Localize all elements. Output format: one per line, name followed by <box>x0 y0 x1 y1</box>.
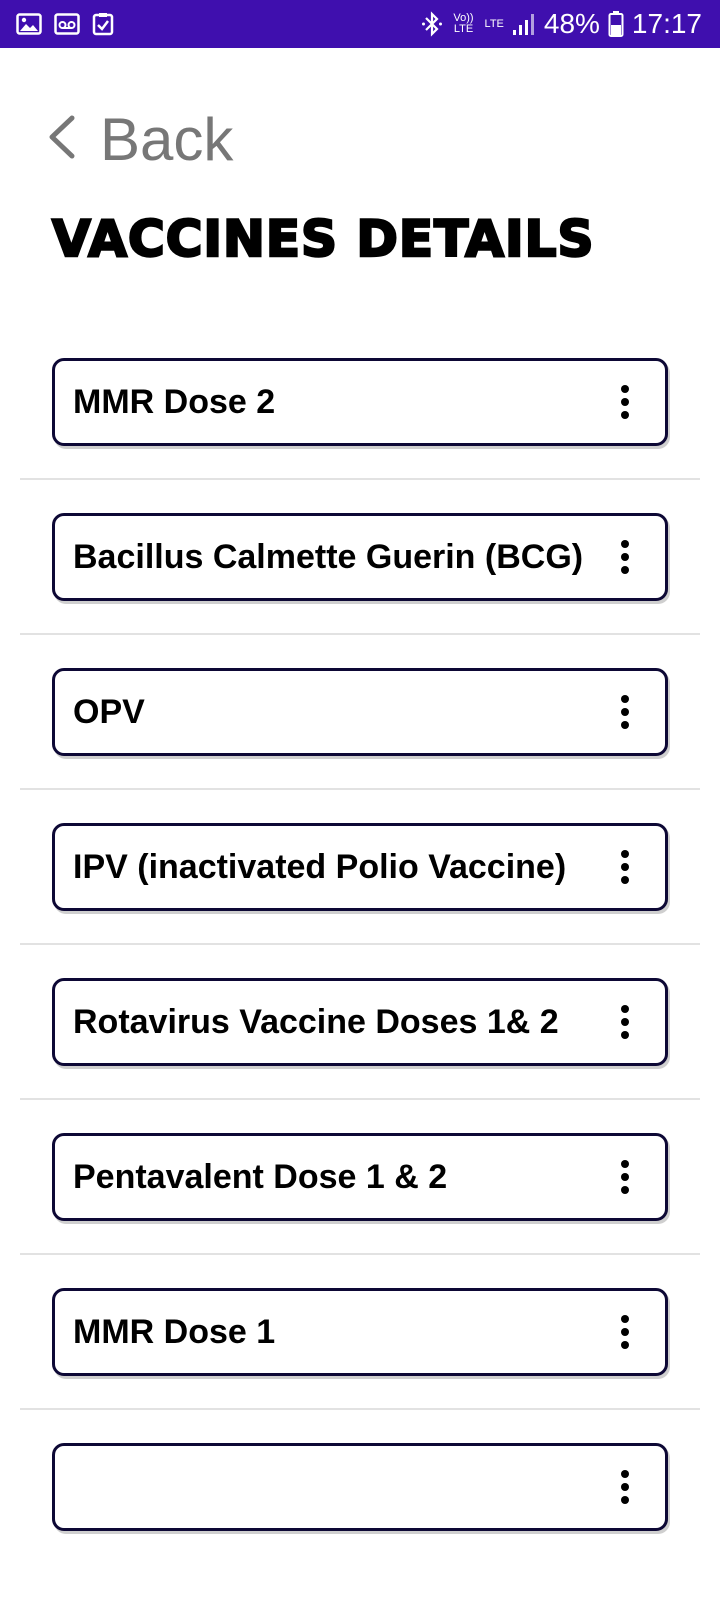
vaccine-card[interactable]: MMR Dose 1 <box>52 1288 668 1376</box>
vaccine-card[interactable]: MMR Dose 2 <box>52 358 668 446</box>
more-vertical-icon[interactable] <box>615 1467 635 1507</box>
vaccine-name: OPV <box>73 692 145 731</box>
more-vertical-icon[interactable] <box>615 1002 635 1042</box>
status-bar-system: Vo)) LTE LTE 48% 17:17 <box>421 8 702 40</box>
back-button[interactable]: Back <box>44 104 233 174</box>
status-bar-notifications <box>16 12 114 36</box>
chevron-left-icon <box>44 114 78 165</box>
bluetooth-icon <box>421 10 443 38</box>
vaccine-name: MMR Dose 1 <box>73 1312 276 1351</box>
divider <box>20 943 700 945</box>
more-vertical-icon[interactable] <box>615 537 635 577</box>
status-bar: Vo)) LTE LTE 48% 17:17 <box>0 0 720 48</box>
vaccine-card[interactable]: Rotavirus Vaccine Doses 1& 2 <box>52 978 668 1066</box>
vaccine-card[interactable]: Bacillus Calmette Guerin (BCG) <box>52 513 668 601</box>
divider <box>20 633 700 635</box>
list-item <box>0 1443 720 1598</box>
vaccine-list: MMR Dose 2 Bacillus Calmette Guerin (BCG… <box>0 358 720 1598</box>
page-title: VACCINES DETAILS <box>51 209 595 270</box>
divider <box>20 788 700 790</box>
list-item: MMR Dose 2 <box>0 358 720 513</box>
clipboard-check-icon <box>92 12 114 36</box>
vaccine-card[interactable]: Pentavalent Dose 1 & 2 <box>52 1133 668 1221</box>
list-item: Bacillus Calmette Guerin (BCG) <box>0 513 720 668</box>
more-vertical-icon[interactable] <box>615 382 635 422</box>
vaccine-name: Rotavirus Vaccine Doses 1& 2 <box>73 1002 559 1041</box>
vaccine-card[interactable]: IPV (inactivated Polio Vaccine) <box>52 823 668 911</box>
lte-icon: LTE <box>484 17 504 30</box>
list-item: MMR Dose 1 <box>0 1288 720 1443</box>
gallery-icon <box>16 13 42 35</box>
list-item: IPV (inactivated Polio Vaccine) <box>0 823 720 978</box>
vaccine-card[interactable]: OPV <box>52 668 668 756</box>
battery-percent: 48% <box>543 8 600 39</box>
clock: 17:17 <box>631 8 702 39</box>
divider <box>20 478 700 480</box>
more-vertical-icon[interactable] <box>615 1157 635 1197</box>
vaccine-name: MMR Dose 2 <box>73 382 276 421</box>
back-label: Back <box>100 105 234 173</box>
vaccine-name: Pentavalent Dose 1 & 2 <box>73 1157 448 1196</box>
list-item: Rotavirus Vaccine Doses 1& 2 <box>0 978 720 1133</box>
list-item: Pentavalent Dose 1 & 2 <box>0 1133 720 1288</box>
signal-icon <box>512 12 536 36</box>
more-vertical-icon[interactable] <box>615 1312 635 1352</box>
vaccine-name: Bacillus Calmette Guerin (BCG) <box>73 537 584 576</box>
more-vertical-icon[interactable] <box>615 847 635 887</box>
voicemail-icon <box>54 13 80 35</box>
volte-icon: Vo)) LTE <box>451 13 477 35</box>
lte-label: LTE <box>484 17 504 30</box>
list-item: OPV <box>0 668 720 823</box>
vaccine-card-partial[interactable] <box>52 1443 668 1531</box>
volte-label: Vo)) LTE <box>453 12 474 35</box>
divider <box>20 1408 700 1410</box>
battery-icon <box>608 10 624 38</box>
vaccine-name: IPV (inactivated Polio Vaccine) <box>73 847 567 886</box>
divider <box>20 1098 700 1100</box>
divider <box>20 1253 700 1255</box>
more-vertical-icon[interactable] <box>615 692 635 732</box>
